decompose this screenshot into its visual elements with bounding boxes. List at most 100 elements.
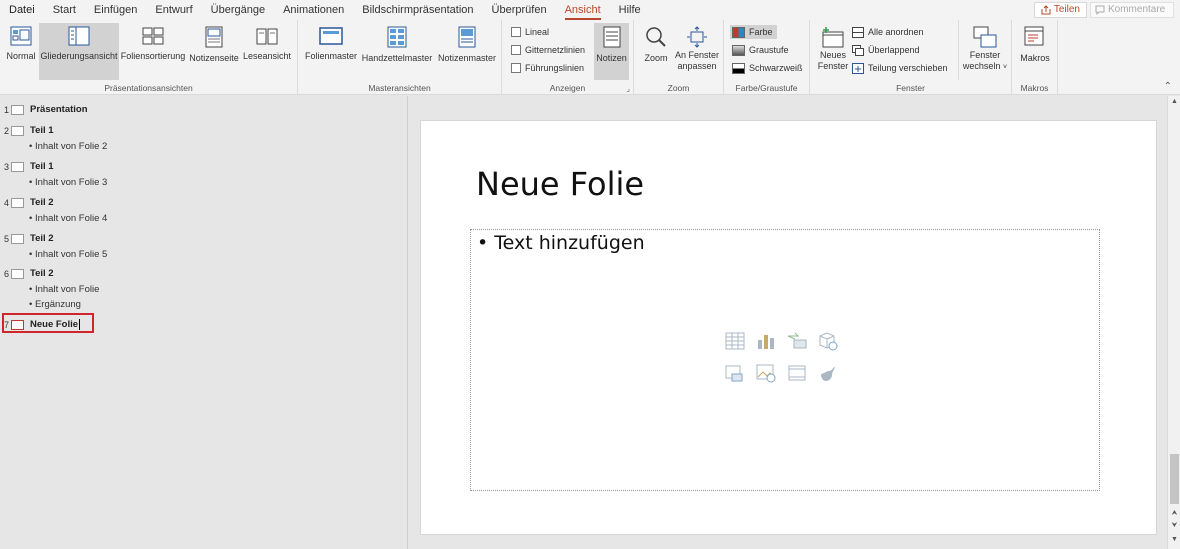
- outline-bullet[interactable]: • Inhalt von Folie: [29, 284, 99, 295]
- move-split-button[interactable]: Teilung verschieben: [852, 61, 948, 75]
- outline-slide-2[interactable]: 2 Teil 1: [4, 125, 54, 136]
- cascade-icon: [852, 44, 864, 56]
- picture-icon[interactable]: [724, 362, 746, 384]
- slide-icon: [11, 233, 24, 244]
- tab-bildschirmpraesentation[interactable]: Bildschirmpräsentation: [353, 0, 482, 20]
- tab-entwurf[interactable]: Entwurf: [146, 0, 201, 20]
- share-button[interactable]: Teilen: [1033, 2, 1087, 18]
- macros-button[interactable]: Makros: [1016, 23, 1054, 80]
- zoom-label: Zoom: [644, 53, 668, 63]
- icons-icon[interactable]: [817, 362, 839, 384]
- cascade-label: Überlappend: [868, 45, 920, 55]
- tab-ansicht[interactable]: Ansicht: [556, 0, 610, 20]
- group-presentation-views: Normal Gliederungsansicht Foliensortieru…: [0, 20, 298, 95]
- outline-slide-3[interactable]: 3 Teil 1: [4, 161, 54, 172]
- group-label-master-views: Masteransichten: [368, 83, 431, 93]
- macros-label: Makros: [1020, 53, 1050, 63]
- outline-slide-6[interactable]: 6 Teil 2: [4, 268, 54, 279]
- arrange-all-button[interactable]: Alle anordnen: [852, 25, 924, 39]
- scroll-up-icon[interactable]: ▲: [1169, 98, 1180, 105]
- slide-number: 7: [4, 319, 10, 330]
- switch-window-label-1: Fenster: [969, 50, 1001, 60]
- dialog-launcher-icon[interactable]: ⌟: [626, 84, 630, 93]
- outline-bullet[interactable]: • Inhalt von Folie 4: [29, 213, 107, 224]
- new-window-icon: [822, 27, 844, 48]
- online-picture-icon[interactable]: [755, 362, 777, 384]
- outline-slide-1[interactable]: 1 Präsentation: [4, 104, 88, 115]
- placeholder-text[interactable]: • Text hinzufügen: [477, 232, 645, 254]
- outline-slide-5[interactable]: 5 Teil 2: [4, 233, 54, 244]
- group-label-color: Farbe/Graustufe: [735, 83, 798, 93]
- slide-canvas[interactable]: Neue Folie • Text hinzufügen: [420, 120, 1157, 535]
- 3d-model-icon[interactable]: [817, 330, 839, 352]
- gridlines-checkbox[interactable]: Gitternetzlinien: [511, 43, 585, 57]
- content-placeholder[interactable]: • Text hinzufügen: [470, 229, 1100, 491]
- group-label-presentation-views: Präsentationsansichten: [104, 83, 193, 93]
- outline-bullet[interactable]: • Inhalt von Folie 3: [29, 177, 107, 188]
- tab-einfuegen[interactable]: Einfügen: [85, 0, 146, 20]
- tab-hilfe[interactable]: Hilfe: [610, 0, 650, 20]
- slide-master-label: Folienmaster: [304, 51, 358, 61]
- ruler-checkbox[interactable]: Lineal: [511, 25, 549, 39]
- slide-sorter-button[interactable]: Foliensortierung: [120, 23, 186, 80]
- tab-animationen[interactable]: Animationen: [274, 0, 353, 20]
- notes-button[interactable]: Notizen: [594, 23, 629, 80]
- color-option[interactable]: Farbe: [730, 25, 777, 39]
- fit-window-label-2: anpassen: [677, 61, 717, 71]
- group-label-show: Anzeigen: [549, 83, 586, 93]
- slide-icon: [11, 197, 24, 208]
- tab-datei[interactable]: Datei: [0, 0, 44, 20]
- slide-master-button[interactable]: Folienmaster: [304, 23, 358, 80]
- new-window-label-1: Neues: [819, 50, 846, 60]
- scroll-down-icon[interactable]: ▼: [1169, 536, 1180, 543]
- smartart-icon[interactable]: [786, 330, 808, 352]
- slide-title-text: Neue Folie: [30, 319, 79, 330]
- previous-slide-icon[interactable]: ⮝: [1169, 510, 1180, 518]
- tab-start[interactable]: Start: [44, 0, 85, 20]
- outline-slide-4[interactable]: 4 Teil 2: [4, 197, 54, 208]
- fit-to-window-button[interactable]: An Fenster anpassen: [674, 23, 720, 80]
- slide-title[interactable]: Neue Folie: [476, 165, 644, 203]
- slide-sorter-label: Foliensortierung: [120, 51, 186, 61]
- fit-window-icon: [687, 26, 707, 48]
- group-label-zoom: Zoom: [667, 83, 690, 93]
- guides-checkbox-box: [511, 63, 521, 73]
- slide-master-icon: [319, 27, 343, 45]
- black-white-option[interactable]: Schwarzweiß: [732, 61, 803, 75]
- comments-button[interactable]: Kommentare: [1090, 2, 1174, 18]
- guides-label: Führungslinien: [525, 63, 585, 73]
- ruler-checkbox-box: [511, 27, 521, 37]
- table-icon[interactable]: [724, 330, 746, 352]
- black-white-swatch-icon: [732, 62, 745, 74]
- scroll-thumb[interactable]: [1170, 454, 1179, 504]
- normal-view-button[interactable]: Normal: [4, 23, 38, 80]
- outline-bullet[interactable]: • Ergänzung: [29, 299, 81, 310]
- video-icon[interactable]: [786, 362, 808, 384]
- handout-master-button[interactable]: Handzettelmaster: [359, 23, 435, 80]
- new-window-button[interactable]: Neues Fenster: [816, 23, 850, 80]
- tab-ueberpruefen[interactable]: Überprüfen: [483, 0, 556, 20]
- vertical-scrollbar[interactable]: ▲ ⮝ ⮟ ▼: [1167, 96, 1180, 549]
- outline-pane[interactable]: 1 Präsentation 2 Teil 1 • Inhalt von Folie…: [0, 96, 408, 549]
- insert-content-icons: [724, 330, 848, 384]
- cascade-button[interactable]: Überlappend: [852, 43, 920, 57]
- notes-page-button[interactable]: Notizenseite: [187, 23, 241, 80]
- guides-checkbox[interactable]: Führungslinien: [511, 61, 584, 75]
- notes-page-label: Notizenseite: [189, 53, 239, 63]
- fit-window-label-1: An Fenster: [674, 50, 720, 60]
- text-cursor: [79, 319, 81, 330]
- outline-bullet[interactable]: • Inhalt von Folie 5: [29, 249, 107, 260]
- collapse-ribbon-icon[interactable]: ⌃: [1164, 81, 1172, 92]
- outline-view-button[interactable]: Gliederungsansicht: [39, 23, 119, 80]
- next-slide-icon[interactable]: ⮟: [1169, 522, 1180, 530]
- tab-uebergaenge[interactable]: Übergänge: [202, 0, 274, 20]
- outline-bullet[interactable]: • Inhalt von Folie 2: [29, 141, 107, 152]
- switch-window-button[interactable]: Fenster wechseln ˅: [961, 23, 1009, 80]
- notes-master-button[interactable]: Notizenmaster: [436, 23, 498, 80]
- chart-icon[interactable]: [755, 330, 777, 352]
- zoom-button[interactable]: Zoom: [640, 23, 672, 80]
- grayscale-option[interactable]: Graustufe: [732, 43, 789, 57]
- slide-number: 6: [4, 268, 10, 279]
- reading-view-button[interactable]: Leseansicht: [242, 23, 292, 80]
- outline-slide-7[interactable]: 7 Neue Folie: [4, 319, 81, 330]
